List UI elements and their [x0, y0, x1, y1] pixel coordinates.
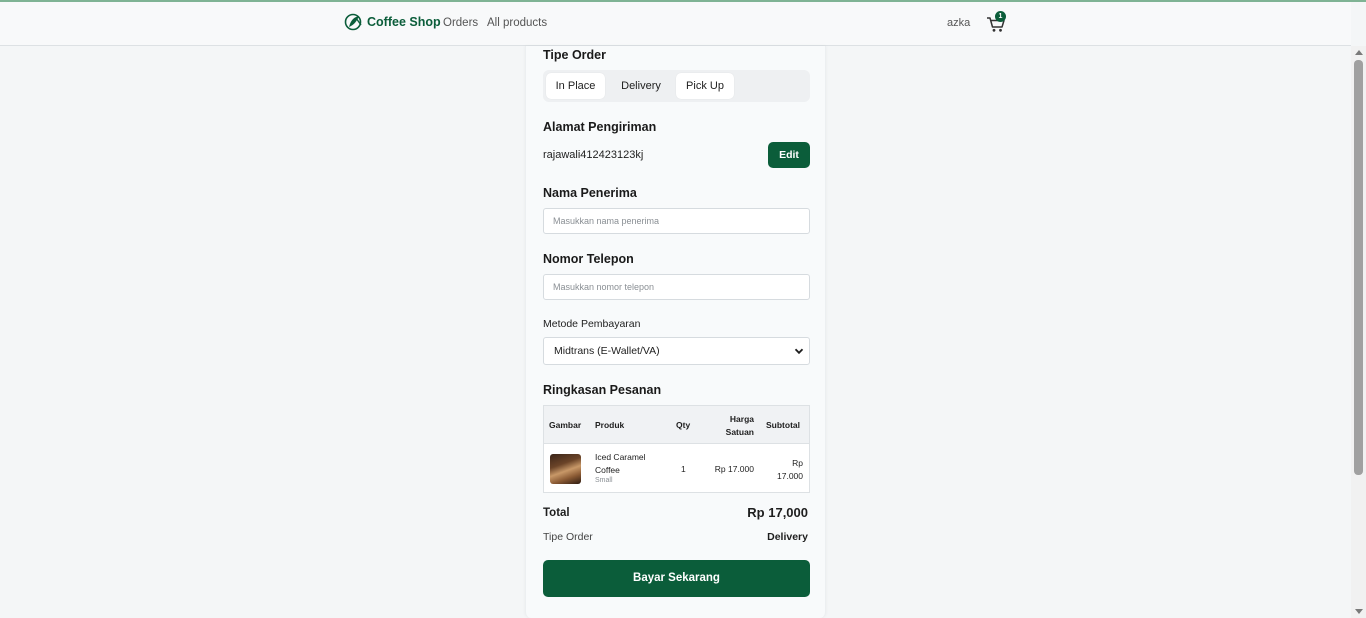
user-name[interactable]: azka [947, 17, 970, 29]
order-summary-title: Ringkasan Pesanan [543, 383, 662, 397]
scroll-thumb[interactable] [1354, 60, 1363, 475]
phone-title: Nomor Telepon [543, 252, 634, 266]
navbar: Coffee Shop Orders All products azka 1 [0, 2, 1351, 46]
product-unit-price: Rp 17.000 [714, 464, 754, 474]
order-type-delivery[interactable]: Delivery [612, 73, 670, 99]
header-unit-price: Harga Satuan [725, 414, 754, 437]
order-type-summary-label: Tipe Order [543, 531, 593, 543]
nav-orders-link[interactable]: Orders [443, 17, 478, 29]
pay-now-button[interactable]: Bayar Sekarang [543, 560, 810, 597]
cart-count-badge: 1 [995, 11, 1006, 22]
order-type-summary-value: Delivery [767, 531, 808, 543]
table-header: Gambar Produk Qty Harga Satuan Subtotal [544, 406, 809, 444]
header-image: Gambar [549, 420, 582, 430]
nav-all-products-link[interactable]: All products [487, 17, 547, 29]
payment-method-value: Midtrans (E-Wallet/VA) [554, 345, 660, 357]
payment-method-select[interactable]: Midtrans (E-Wallet/VA) [543, 337, 810, 365]
recipient-title: Nama Penerima [543, 186, 637, 200]
product-subtotal: Rp 17.000 [777, 458, 803, 481]
product-image [550, 454, 581, 484]
page-scrollbar[interactable] [1351, 46, 1366, 618]
brand-logo-link[interactable]: Coffee Shop [344, 13, 441, 31]
order-type-title: Tipe Order [543, 48, 606, 62]
order-type-pick-up[interactable]: Pick Up [676, 73, 734, 99]
brand-name: Coffee Shop [367, 15, 441, 29]
address-title: Alamat Pengiriman [543, 120, 657, 134]
header-product: Produk [595, 420, 625, 430]
payment-method-label: Metode Pembayaran [543, 318, 641, 330]
product-size: Small [595, 477, 613, 484]
phone-number-input[interactable]: Masukkan nomor telepon [543, 274, 810, 300]
recipient-name-input[interactable]: Masukkan nama penerima [543, 208, 810, 234]
chevron-down-icon [794, 348, 804, 355]
edit-address-button[interactable]: Edit [768, 142, 810, 168]
product-qty: 1 [681, 464, 686, 474]
order-type-in-place[interactable]: In Place [546, 73, 605, 99]
scroll-down-arrow-icon[interactable] [1355, 609, 1363, 614]
address-value: rajawali412423123kj [543, 149, 644, 161]
scroll-up-arrow-icon[interactable] [1355, 50, 1363, 55]
coffee-leaf-icon [344, 13, 362, 31]
checkout-card: Tipe Order In Place Delivery Pick Up Ala… [525, 46, 826, 618]
total-label: Total [543, 507, 570, 519]
header-qty: Qty [676, 420, 691, 430]
order-summary-table: Gambar Produk Qty Harga Satuan Subtotal … [543, 405, 810, 493]
header-subtotal: Subtotal [766, 420, 800, 430]
order-type-segmented-control: In Place Delivery Pick Up [543, 70, 810, 102]
product-name: Iced Caramel Coffee [595, 452, 646, 475]
total-value: Rp 17,000 [747, 505, 808, 520]
